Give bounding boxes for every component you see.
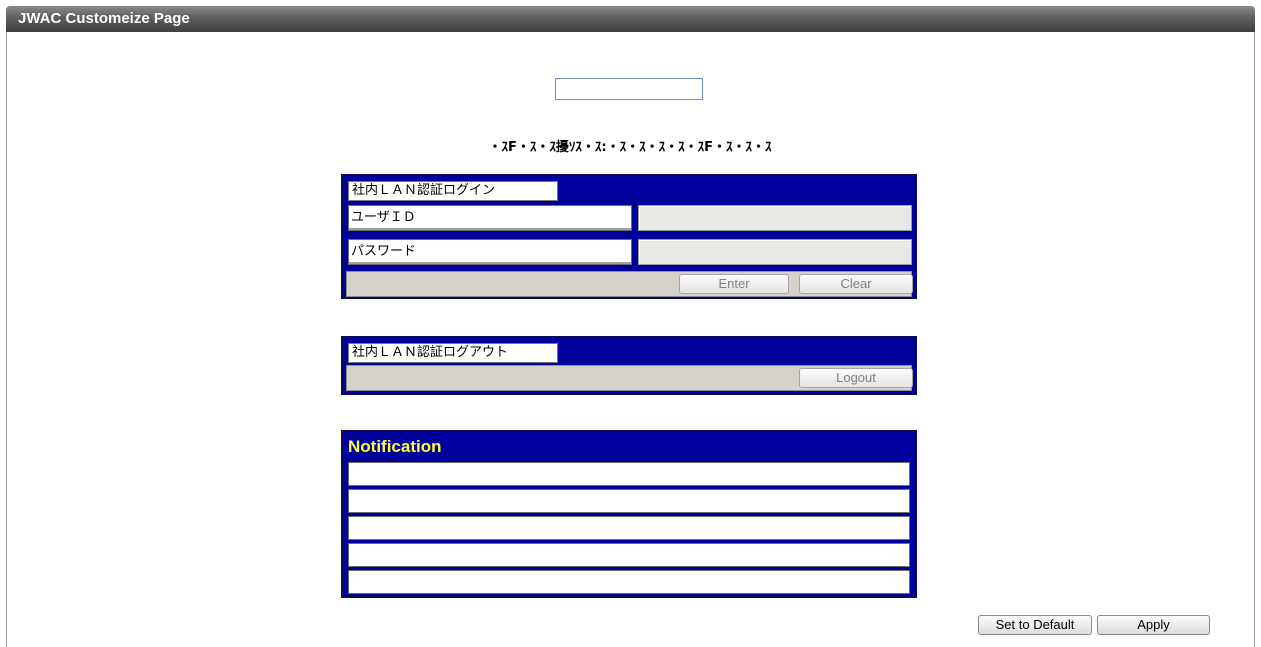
- set-to-default-button[interactable]: Set to Default: [978, 615, 1092, 635]
- user-id-field[interactable]: [638, 205, 912, 231]
- notification-title: Notification: [348, 437, 442, 456]
- notification-line-3[interactable]: [348, 516, 910, 540]
- user-id-label-input[interactable]: ユーザＩＤ: [348, 205, 632, 231]
- notification-line-2[interactable]: [348, 489, 910, 513]
- login-header: 社内ＬＡＮ認証ログイン: [346, 179, 912, 201]
- login-panel: 社内ＬＡＮ認証ログイン ユーザＩＤ パスワード Enter Clear: [341, 174, 917, 299]
- logout-panel: 社内ＬＡＮ認証ログアウト Logout: [341, 336, 917, 395]
- password-row: パスワード: [346, 235, 912, 269]
- login-header-input[interactable]: 社内ＬＡＮ認証ログイン: [348, 181, 558, 201]
- logout-header-input[interactable]: 社内ＬＡＮ認証ログアウト: [348, 343, 558, 363]
- window-titlebar: JWAC Customeize Page: [6, 6, 1255, 32]
- notification-line-4[interactable]: [348, 543, 910, 567]
- page-title-input[interactable]: [555, 78, 703, 100]
- notification-line-5[interactable]: [348, 570, 910, 594]
- password-label-input[interactable]: パスワード: [348, 239, 632, 265]
- clear-button[interactable]: Clear: [799, 274, 913, 294]
- logout-button[interactable]: Logout: [799, 368, 913, 388]
- logout-button-bar: Logout: [346, 365, 913, 391]
- password-field[interactable]: [638, 239, 912, 265]
- notification-panel: Notification: [341, 430, 917, 598]
- enter-button[interactable]: Enter: [679, 274, 789, 294]
- notification-line-1[interactable]: [348, 462, 910, 486]
- window-title: JWAC Customeize Page: [18, 10, 190, 27]
- apply-button[interactable]: Apply: [1097, 615, 1210, 635]
- page-heading: ・ｽF・ｽ・ｽ擾ｿｽ・ｽ:・ｽ・ｽ・ｽ・ｽ・ｽF・ｽ・ｽ・ｽ: [488, 140, 772, 155]
- logout-header: 社内ＬＡＮ認証ログアウト: [346, 341, 912, 363]
- login-button-bar: Enter Clear: [346, 271, 913, 297]
- user-id-row: ユーザＩＤ: [346, 201, 912, 235]
